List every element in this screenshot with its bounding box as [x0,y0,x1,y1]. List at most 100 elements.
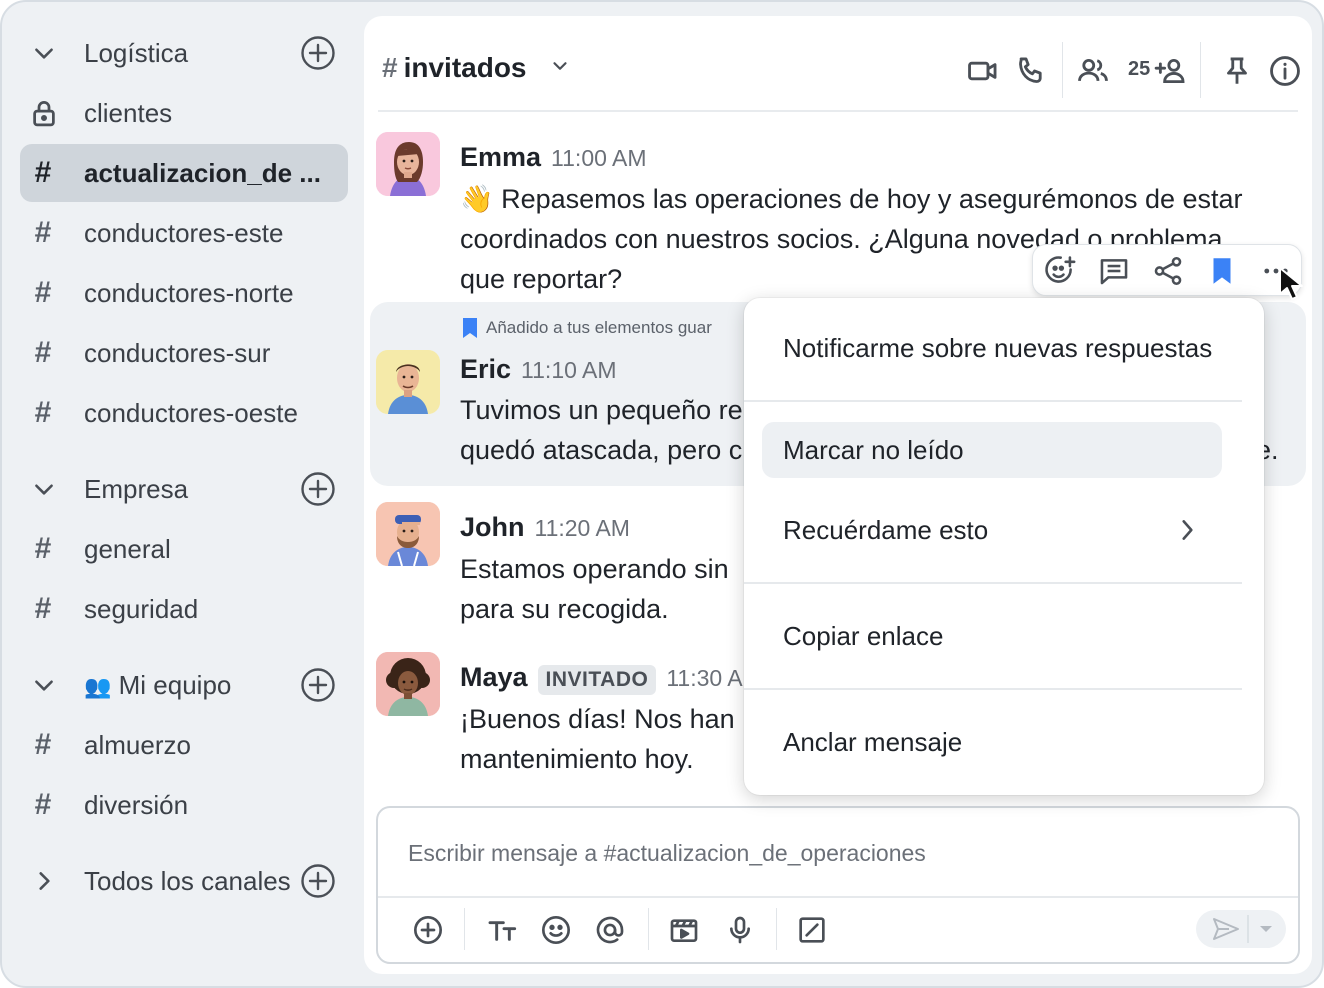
message-body: Tuvimos un pequeño re quedó atascada, pe… [460,390,743,470]
divider [1200,42,1201,98]
share-icon[interactable] [1151,254,1185,288]
timestamp[interactable]: 11:30 A [666,665,742,692]
menu-item-label: Notificarme sobre nuevas respuestas [783,332,1213,363]
bookmark-icon [463,318,477,338]
section-label-text: Mi equipo [118,669,232,700]
hash-icon: # [34,336,52,369]
divider [464,908,465,950]
emoji-icon[interactable] [540,914,572,946]
video-call-icon[interactable] [966,54,1000,88]
timestamp[interactable]: 11:10 AM [521,357,616,384]
hash-icon: # [34,788,52,821]
author-name[interactable]: Emma [460,142,541,173]
all-channels-label: Todos los canales [84,865,291,896]
send-button[interactable] [1196,910,1286,948]
hash-icon: # [34,728,52,761]
sidebar-item-almuerzo[interactable]: # almuerzo [20,716,348,774]
divider [648,908,649,950]
sidebar-item-conductores-este[interactable]: # conductores-este [20,204,348,262]
sidebar-item-general[interactable]: # general [20,520,348,578]
shortcut-icon[interactable] [796,914,828,946]
message-context-menu: Notificarme sobre nuevas respuestas Marc… [744,298,1264,795]
menu-item-label: Anclar mensaje [783,726,963,757]
message-header: Maya INVITADO 11:30 A [460,662,743,695]
menu-item-copy-link[interactable]: Copiar enlace [762,608,1222,664]
timestamp[interactable]: 11:20 AM [535,515,630,542]
divider [744,582,1242,584]
bookmark-icon[interactable] [1205,254,1239,288]
timestamp[interactable]: 11:00 AM [551,145,646,172]
divider [776,908,777,950]
add-member-icon[interactable] [1154,54,1188,88]
info-icon[interactable] [1268,54,1302,88]
message-line: 👋 Repasemos las operaciones de hoy y ase… [460,184,1243,214]
add-channel-icon[interactable] [300,35,336,71]
chevron-down-icon [20,476,68,502]
section-empresa[interactable]: Empresa [20,460,348,518]
saved-label: Añadido a tus elementos guar [486,318,712,337]
divider [378,896,1298,898]
message-line: quedó atascada, pero c [460,435,743,465]
section-logistica[interactable]: Logística [20,24,348,82]
send-icon [1213,915,1272,943]
team-emoji-icon: 👥 [84,673,112,699]
message-body: Estamos operando sin para su recogida. [460,549,729,629]
author-name[interactable]: John [460,512,525,543]
chevron-down-icon [549,52,571,84]
section-label: 👥 Mi equipo [84,670,231,701]
reply-thread-icon[interactable] [1097,254,1131,288]
member-count[interactable]: 25 [1128,58,1150,81]
sidebar-item-seguridad[interactable]: # seguridad [20,580,348,638]
message-line: mantenimiento hoy. [460,744,694,774]
sidebar-item-actualizacion[interactable]: # actualizacion_de ... [20,144,348,202]
add-channel-icon[interactable] [300,471,336,507]
microphone-icon[interactable] [724,914,756,946]
add-channel-icon[interactable] [300,667,336,703]
message-header: Emma 11:00 AM [460,142,647,173]
message-line: Tuvimos un pequeño re [460,395,743,425]
mention-icon[interactable] [594,914,626,946]
channel-name: invitados [403,52,527,83]
add-attachment-icon[interactable] [412,914,444,946]
sidebar-item-conductores-sur[interactable]: # conductores-sur [20,324,348,382]
hash-icon: # [34,532,52,565]
phone-icon[interactable] [1014,54,1048,88]
section-mi-equipo[interactable]: 👥 Mi equipo [20,656,348,714]
sidebar-item-label: conductores-este [84,217,284,248]
sidebar-item-label: almuerzo [84,729,191,760]
message-line: ¡Buenos días! Nos han [460,704,735,734]
divider [744,400,1242,402]
chevron-down-icon [20,672,68,698]
sidebar-item-label: general [84,533,171,564]
text-format-icon[interactable] [486,914,518,946]
sidebar-item-conductores-oeste[interactable]: # conductores-oeste [20,384,348,442]
sidebar-item-label: clientes [84,97,173,128]
message-body: ¡Buenos días! Nos han mantenimiento hoy. [460,699,735,779]
hash-icon: # [34,276,52,309]
menu-item-remind[interactable]: Recuérdame esto [762,502,1222,558]
author-name[interactable]: Maya [460,662,528,693]
hash-icon: # [34,156,52,189]
section-label: Logística [84,37,189,68]
video-clip-icon[interactable] [668,914,700,946]
menu-item-mark-unread[interactable]: Marcar no leído [762,422,1222,478]
sidebar-item-conductores-norte[interactable]: # conductores-norte [20,264,348,322]
pin-icon[interactable] [1220,54,1254,88]
channel-title[interactable]: # invitados [382,52,571,84]
add-reaction-icon[interactable] [1043,254,1077,288]
members-icon[interactable] [1076,54,1110,88]
message-header: Eric 11:10 AM [460,354,617,385]
chevron-right-icon [1174,516,1200,551]
message-composer[interactable]: Escribir mensaje a #actualizacion_de_ope… [376,806,1300,964]
sidebar-item-diversion[interactable]: # diversión [20,776,348,834]
author-name[interactable]: Eric [460,354,511,385]
composer-placeholder[interactable]: Escribir mensaje a #actualizacion_de_ope… [408,840,926,867]
add-channel-icon[interactable] [300,863,336,899]
menu-item-notify[interactable]: Notificarme sobre nuevas respuestas [762,320,1222,376]
sidebar-item-clientes[interactable]: clientes [20,84,348,142]
app-window: Logística clientes # actualizacion_de ..… [0,0,1324,988]
menu-item-pin[interactable]: Anclar mensaje [762,714,1222,770]
all-channels[interactable]: Todos los canales [20,852,348,910]
hash-icon: # [382,52,398,83]
chevron-down-icon [20,40,68,66]
